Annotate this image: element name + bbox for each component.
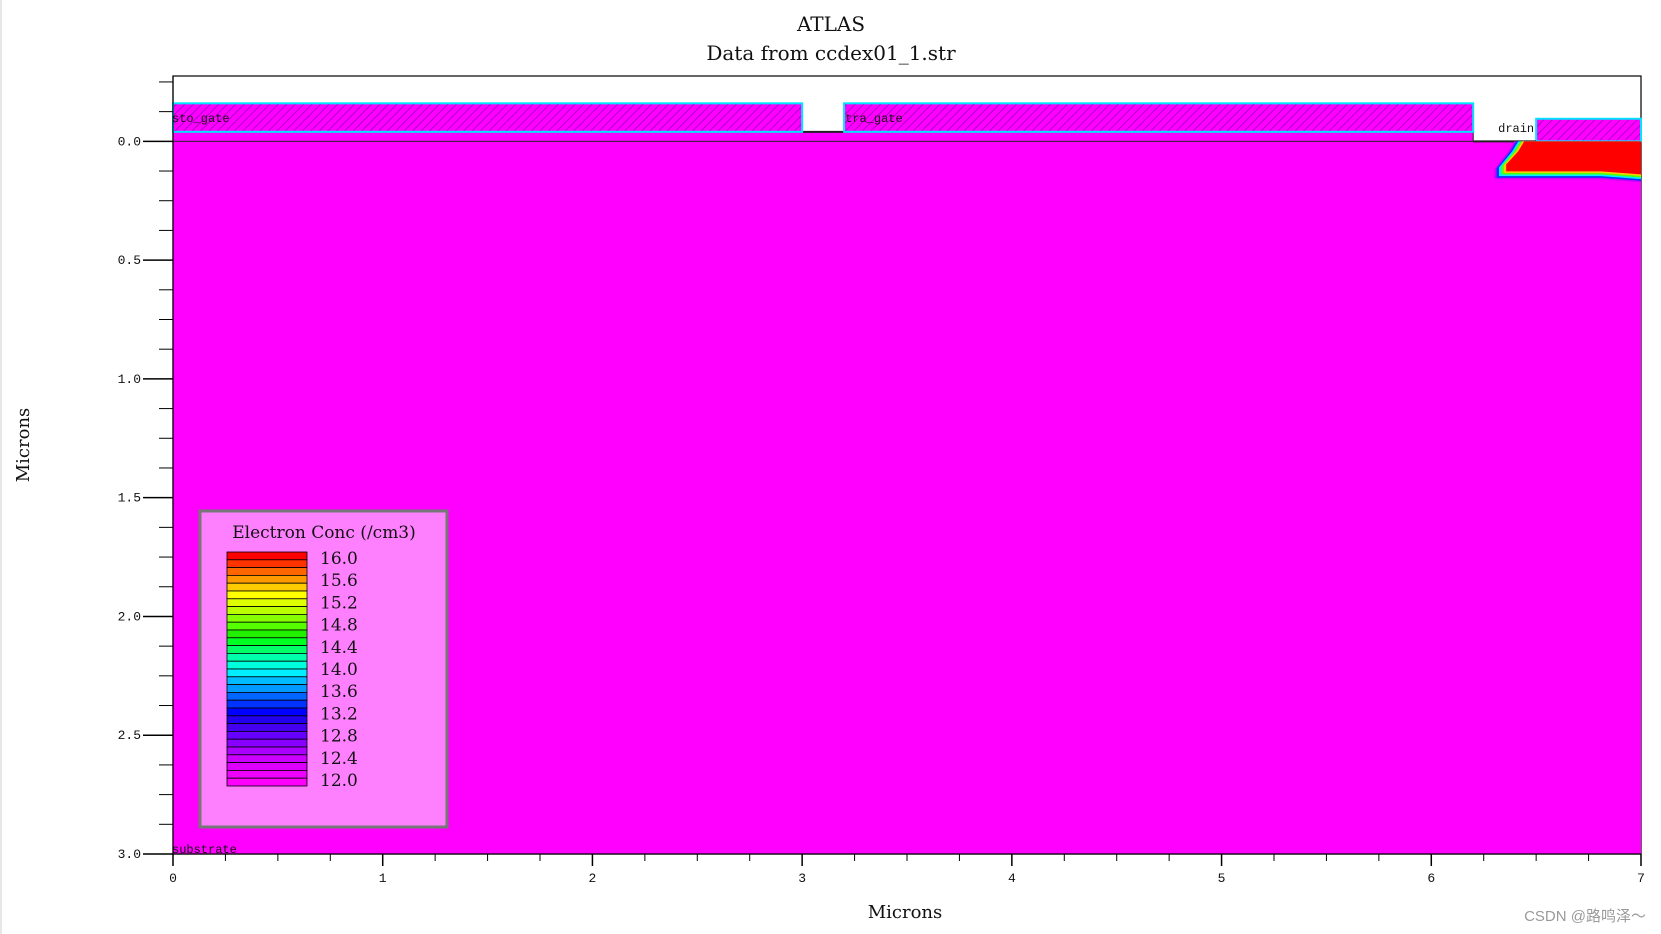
y-tick-label: 0.0 [118, 134, 141, 149]
legend-swatch [226, 684, 308, 693]
legend-swatch [226, 723, 308, 732]
x-tick-label: 6 [1427, 871, 1435, 886]
legend-swatch [226, 653, 308, 662]
watermark: CSDN @路鸣泽～ [1524, 908, 1646, 925]
legend-swatch [226, 621, 308, 631]
legend-swatch [226, 762, 308, 771]
legend-swatch [226, 582, 308, 592]
legend: Electron Conc (/cm3) 16.015.615.214.814.… [198, 509, 449, 829]
oxide-layer [172, 131, 1474, 142]
legend-swatch [226, 731, 308, 740]
legend-swatch [226, 575, 308, 584]
legend-swatch [226, 567, 308, 576]
legend-swatch [226, 660, 308, 670]
legend-label: 15.2 [320, 593, 358, 613]
device-contour-plot: ATLAS Data from ccdex01_1.str sto_gate t… [0, 0, 1646, 934]
y-tick-label: 3.0 [118, 847, 141, 862]
legend-label: 15.6 [320, 571, 358, 591]
legend-swatch [226, 770, 308, 779]
legend-label: 13.2 [320, 704, 358, 724]
legend-swatch [226, 699, 308, 709]
legend-label: 14.8 [320, 616, 358, 636]
legend-swatch [226, 614, 308, 623]
x-tick-label: 2 [589, 871, 597, 886]
sto-gate-electrode [172, 102, 804, 133]
chart-subtitle: Data from ccdex01_1.str [706, 41, 956, 65]
legend-swatch [226, 606, 308, 615]
x-tick-label: 5 [1218, 871, 1226, 886]
legend-label: 16.0 [320, 549, 358, 569]
region-label-drain: drain [1498, 122, 1534, 136]
legend-swatch [226, 629, 308, 639]
legend-swatch [226, 645, 308, 654]
x-axis-title: Microns [868, 902, 943, 923]
region-label-substrate: substrate [172, 843, 237, 857]
y-axis: 0.0 0.5 1.0 1.5 2.0 2.5 3.0 [118, 76, 174, 862]
legend-swatch [226, 676, 308, 685]
legend-swatch [226, 754, 308, 763]
legend-labels: 16.015.615.2 14.814.414.013.613.2 12.812.4… [320, 549, 358, 791]
y-tick-label: 2.0 [118, 609, 141, 624]
legend-color-bar [226, 551, 308, 787]
tra-gate-electrode [843, 102, 1475, 133]
legend-swatch [226, 777, 308, 787]
x-tick-label: 4 [1008, 871, 1016, 886]
legend-swatch [226, 559, 308, 568]
y-tick-label: 2.5 [118, 728, 141, 743]
legend-swatch [226, 598, 308, 607]
y-tick-label: 1.5 [118, 491, 141, 506]
legend-swatch [226, 692, 308, 701]
legend-swatch [226, 738, 308, 748]
legend-label: 12.4 [320, 749, 358, 769]
y-tick-label: 0.5 [118, 253, 141, 268]
y-tick-label: 1.0 [118, 372, 141, 387]
legend-swatch [226, 668, 308, 678]
legend-label: 14.0 [320, 660, 358, 680]
legend-label: 12.8 [320, 727, 358, 747]
legend-swatch [226, 551, 308, 561]
legend-swatch [226, 715, 308, 724]
legend-swatch [226, 746, 308, 756]
x-axis: 0 1 2 3 4 5 6 7 [169, 853, 1645, 886]
region-label-sto-gate: sto_gate [172, 112, 230, 126]
chart-title: ATLAS [796, 12, 865, 36]
x-tick-label: 7 [1637, 871, 1645, 886]
contour-band-5 [1506, 141, 1641, 175]
legend-swatch [226, 707, 308, 717]
x-tick-label: 1 [379, 871, 387, 886]
legend-swatch [226, 590, 308, 600]
y-axis-title: Microns [13, 408, 34, 483]
legend-title: Electron Conc (/cm3) [232, 523, 416, 543]
region-label-tra-gate: tra_gate [845, 112, 903, 126]
legend-label: 14.4 [320, 638, 358, 658]
drain-electrode [1535, 117, 1642, 143]
legend-label: 12.0 [320, 771, 358, 791]
legend-swatch [226, 637, 308, 646]
x-tick-label: 0 [169, 871, 177, 886]
x-tick-label: 3 [798, 871, 806, 886]
legend-label: 13.6 [320, 682, 358, 702]
high-concentration-region [1494, 141, 1641, 183]
